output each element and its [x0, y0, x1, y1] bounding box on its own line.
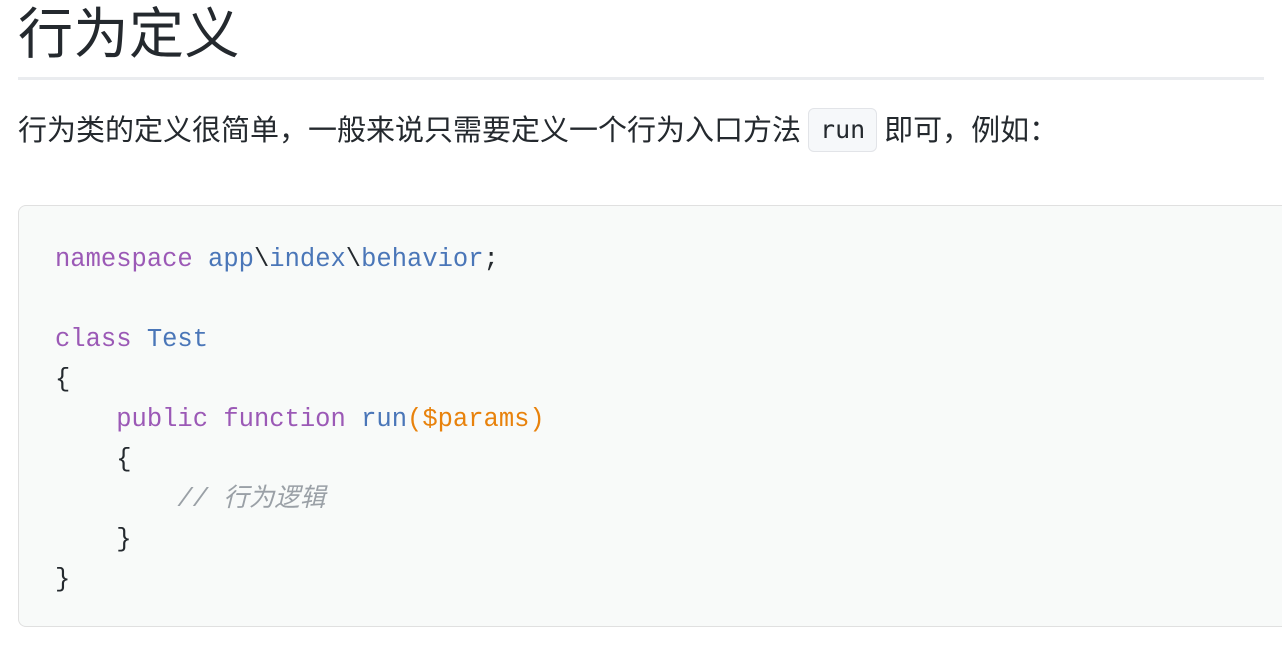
code-line: // 行为逻辑 [55, 480, 1282, 520]
documentation-page: 行为定义 行为类的定义很简单，一般来说只需要定义一个行为入口方法 run 即可，例如… [0, 0, 1282, 658]
code-line: namespace app\index\behavior; [55, 240, 1282, 280]
code-line: ​ [55, 280, 1282, 320]
code-token-punct: ; [483, 245, 499, 274]
code-token-punct [346, 405, 361, 434]
code-lines: namespace app\index\behavior;​class Test… [55, 240, 1282, 600]
code-token-entity: behavior [361, 245, 484, 274]
code-token-punct: } [55, 525, 132, 554]
paragraph-text-before-code: 行为类的定义很简单，一般来说只需要定义一个行为入口方法 [18, 114, 802, 147]
code-token-keyword: function [223, 405, 346, 434]
code-line: class Test [55, 320, 1282, 360]
code-line: { [55, 360, 1282, 400]
code-token-keyword: namespace [55, 245, 193, 274]
code-token-entity: run [361, 405, 408, 434]
title-divider [18, 76, 1264, 80]
code-token-punct [55, 485, 177, 514]
code-token-keyword: public [116, 405, 209, 434]
inline-code-run: run [808, 107, 878, 152]
code-token-keyword: class [55, 325, 132, 354]
code-token-punct: } [55, 565, 71, 594]
page-title: 行为定义 [18, 3, 241, 65]
code-token-entity: Test [146, 325, 209, 354]
code-line: { [55, 440, 1282, 480]
code-token-punct: { [55, 365, 71, 394]
code-token-punct: \ [345, 245, 362, 274]
code-token-punct [193, 245, 208, 274]
intro-paragraph: 行为类的定义很简单，一般来说只需要定义一个行为入口方法 run 即可，例如： [18, 80, 1264, 152]
code-line: } [55, 520, 1282, 560]
code-token-punct [132, 325, 147, 354]
code-token-punct [208, 405, 223, 434]
code-token-punct [55, 405, 116, 434]
code-token-entity: app [208, 245, 254, 274]
code-token-entity: index [269, 245, 346, 274]
paragraph-text-after-code: 即可，例如： [884, 114, 1059, 147]
code-line: } [55, 560, 1282, 600]
code-token-punct: { [55, 445, 132, 474]
code-token-punct: \ [253, 245, 270, 274]
code-token-variable: ($params) [407, 405, 545, 434]
code-line: public function run($params) [55, 400, 1282, 440]
code-token-comment: // 行为逻辑 [177, 485, 326, 514]
code-block[interactable]: namespace app\index\behavior;​class Test… [18, 205, 1282, 627]
code-content: namespace app\index\behavior;​class Test… [19, 206, 1282, 600]
